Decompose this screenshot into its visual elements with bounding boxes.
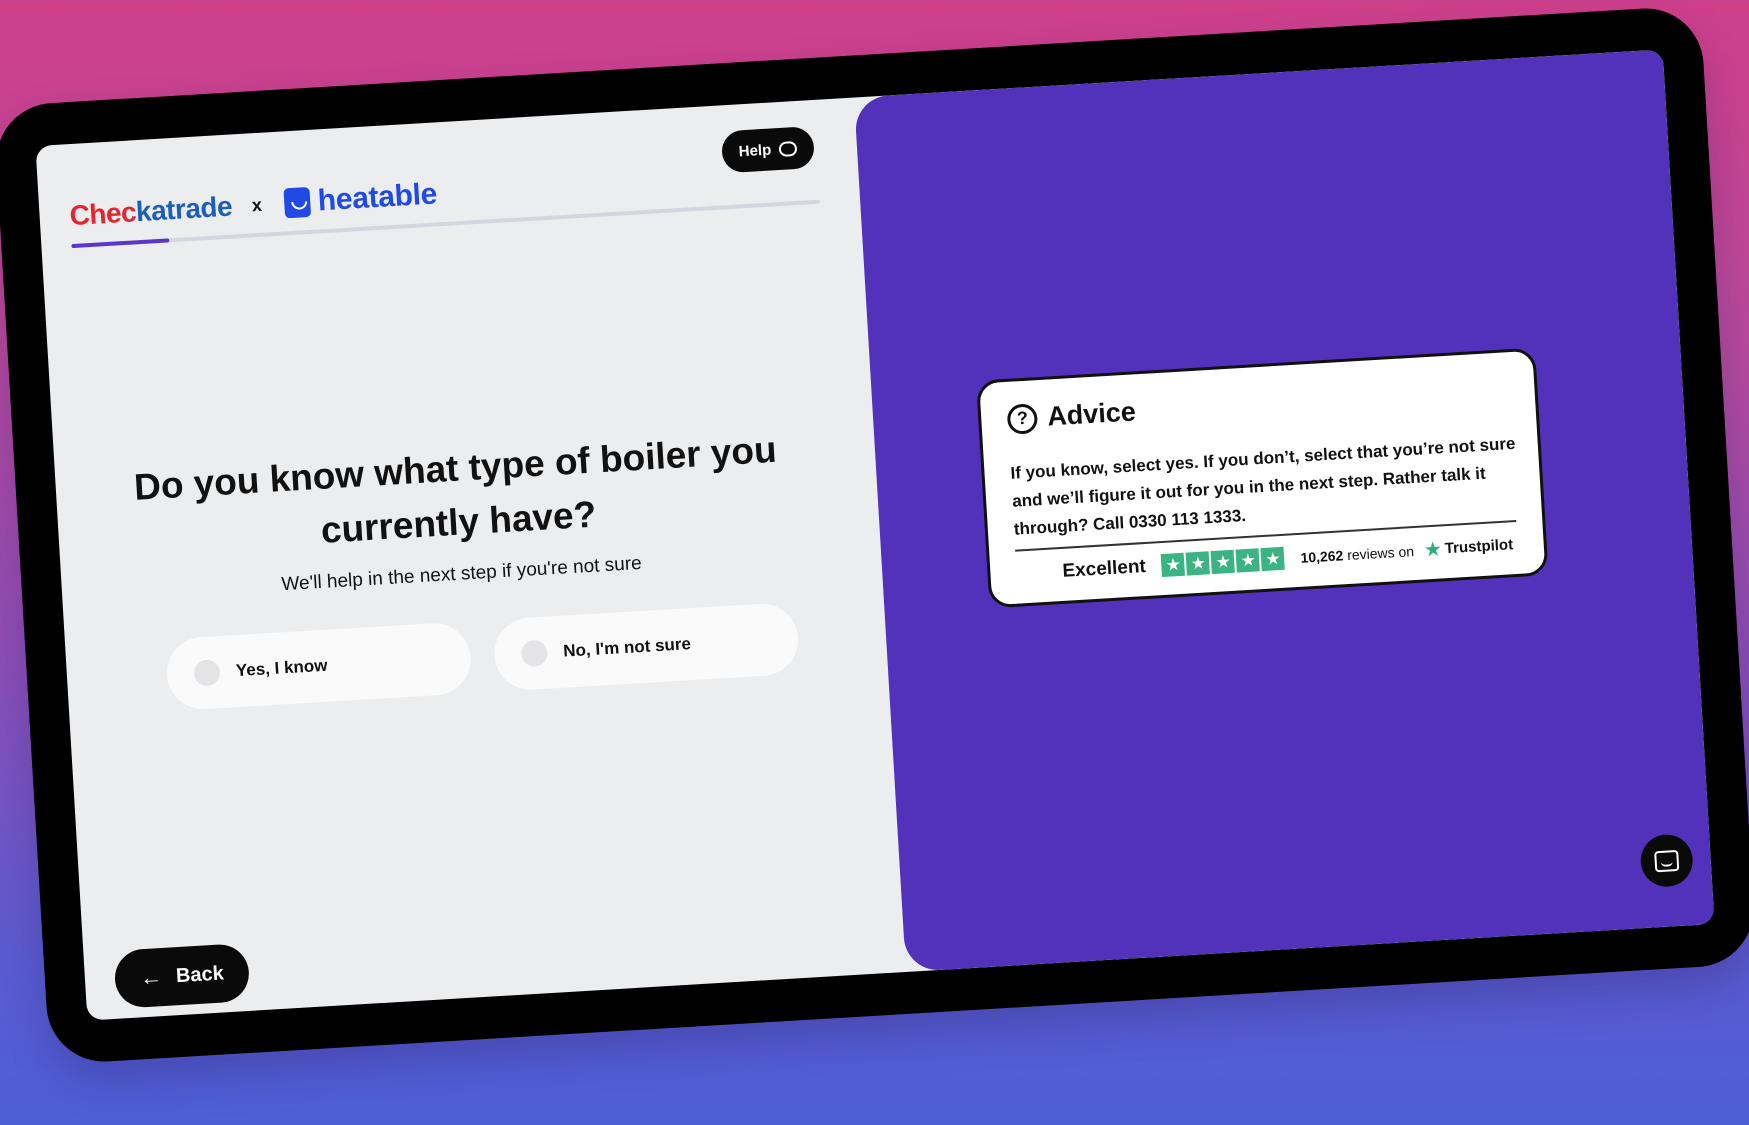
option-no-not-sure[interactable]: No, I'm not sure — [492, 601, 801, 692]
advice-card: ? Advice If you know, select yes. If you… — [976, 347, 1549, 609]
trustpilot-logo: ★ Trustpilot — [1423, 532, 1514, 562]
rating-stars: ★ ★ ★ ★ ★ — [1161, 546, 1286, 578]
trustpilot-star-icon: ★ — [1423, 538, 1443, 562]
review-count: 10,262 — [1300, 546, 1344, 566]
back-button[interactable]: ← Back — [113, 942, 251, 1009]
option-yes-i-know[interactable]: Yes, I know — [164, 621, 473, 712]
option-label: No, I'm not sure — [562, 634, 692, 661]
question-circle-icon: ? — [1006, 402, 1039, 435]
app-screen: Checkatrade x heatable Help Do you know … — [35, 49, 1715, 1021]
chat-bubble-icon — [778, 140, 798, 157]
trustpilot-widget[interactable]: Excellent ★ ★ ★ ★ ★ 10,262 reviews on ★ Trus… — [1062, 532, 1514, 584]
reviews-on-label: reviews on — [1346, 542, 1415, 563]
messenger-icon — [1654, 849, 1680, 872]
heatable-logo: heatable — [316, 177, 438, 218]
rating-star-icon: ★ — [1161, 552, 1186, 578]
option-label: Yes, I know — [235, 655, 328, 681]
progress-bar-fill — [71, 238, 169, 249]
rating-star-icon: ★ — [1210, 549, 1236, 575]
rating-star-icon: ★ — [1260, 546, 1286, 572]
back-label: Back — [175, 961, 225, 987]
advice-text: If you know, select yes. If you don’t, s… — [1010, 433, 1516, 539]
question-title: Do you know what type of boiler you curr… — [132, 428, 778, 551]
messenger-button[interactable] — [1639, 833, 1695, 889]
arrow-left-icon: ← — [139, 964, 163, 991]
advice-title: Advice — [1046, 396, 1137, 432]
logo-separator: x — [251, 194, 263, 215]
trustpilot-label: Trustpilot — [1444, 536, 1514, 558]
heatable-logo-icon — [283, 186, 311, 219]
rating-star-icon: ★ — [1186, 551, 1211, 576]
rating-star-icon: ★ — [1235, 548, 1261, 573]
help-button[interactable]: Help — [720, 125, 816, 174]
review-count-text: 10,262 reviews on — [1300, 543, 1414, 566]
help-label: Help — [738, 140, 772, 160]
radio-button[interactable] — [520, 639, 549, 668]
rating-label: Excellent — [1061, 555, 1147, 582]
advice-panel: ? Advice If you know, select yes. If you… — [854, 49, 1715, 972]
radio-button[interactable] — [193, 659, 221, 687]
question-panel: Checkatrade x heatable Help Do you know … — [35, 97, 906, 1020]
advice-header: ? Advice — [1006, 396, 1137, 435]
tablet-frame: Checkatrade x heatable Help Do you know … — [0, 5, 1749, 1065]
checkatrade-logo: Checkatrade — [68, 190, 233, 232]
